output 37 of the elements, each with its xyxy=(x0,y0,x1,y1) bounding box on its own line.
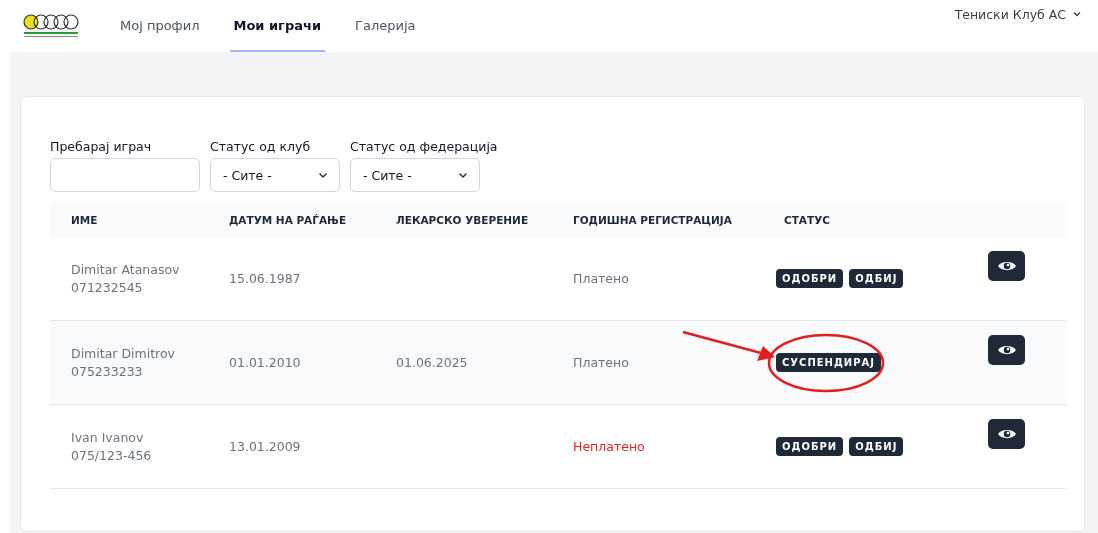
player-phone: 075233233 xyxy=(71,362,144,381)
player-phone: 071232545 xyxy=(71,278,144,297)
player-name: Dimitar Atanasov xyxy=(71,260,181,279)
status-dropdown[interactable]: - Сите - xyxy=(350,158,480,192)
nav-tab[interactable]: Мој профил xyxy=(116,0,204,52)
table-cell: Платено xyxy=(573,355,629,370)
table-cell: Платено xyxy=(573,271,629,286)
column-header: ИМЕ xyxy=(70,213,99,226)
table-cell: 15.06.1987 xyxy=(229,271,301,286)
nav-tab[interactable]: Галерија xyxy=(351,0,420,52)
player-phone: 075/123-456 xyxy=(71,446,153,465)
field-label: Статус од клуб xyxy=(210,139,312,154)
column-header: ЛЕКАРСКО УВЕРЕНИЕ xyxy=(395,213,530,226)
status-button[interactable]: ОДБИЈ xyxy=(849,437,904,456)
status-dropdown[interactable]: - Сите - xyxy=(210,158,340,192)
status-button[interactable]: ОДОБРИ xyxy=(776,269,844,288)
player-name: Ivan Ivanov xyxy=(71,428,145,447)
column-header: ГОДИШНА РЕГИСТРАЦИЈА xyxy=(572,213,733,226)
status-button[interactable]: ОДБИЈ xyxy=(849,269,904,288)
column-header: ДАТУМ НА РАЃАЊЕ xyxy=(228,213,348,226)
search-field[interactable] xyxy=(50,158,200,192)
table-cell: 13.01.2009 xyxy=(229,439,301,454)
field-label: Пребарај играч xyxy=(50,139,153,154)
view-button[interactable] xyxy=(988,334,1025,365)
account-menu[interactable]: Тениски Клуб АС xyxy=(954,6,1082,22)
column-header: СТАТУС xyxy=(783,213,831,226)
status-button[interactable]: ОДОБРИ xyxy=(776,437,844,456)
view-button[interactable] xyxy=(988,418,1025,449)
logo-icon xyxy=(22,12,80,40)
chevron-icon xyxy=(1072,9,1082,19)
table-cell: Неплатено xyxy=(573,439,645,454)
table-cell: 01.01.2010 xyxy=(229,355,301,370)
view-button[interactable] xyxy=(988,250,1025,281)
player-name: Dimitar Dimitrov xyxy=(71,344,176,363)
field-label: Статус од федерација xyxy=(350,139,498,154)
table-cell: 01.06.2025 xyxy=(396,355,468,370)
status-button[interactable]: СУСПЕНДИРАЈ xyxy=(776,353,882,372)
